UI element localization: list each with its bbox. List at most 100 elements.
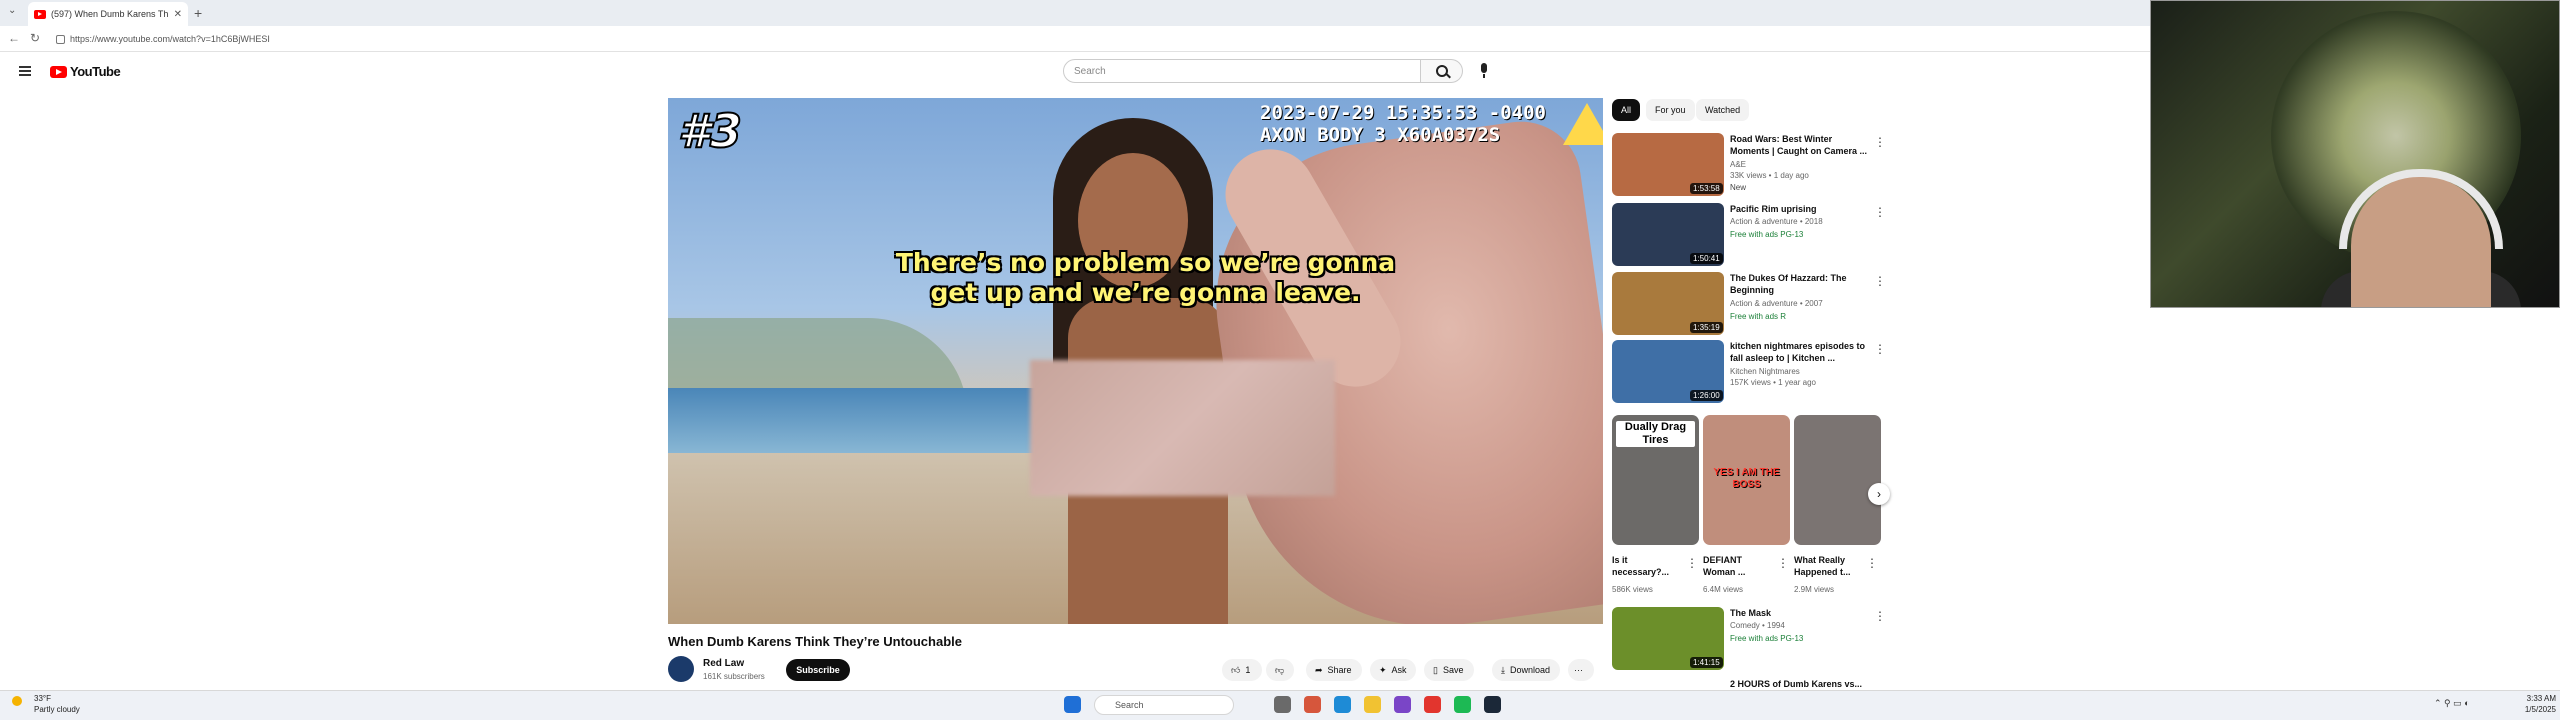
more-options-icon[interactable]: ⋮ bbox=[1686, 556, 1698, 570]
free-with-ads-badge: Free with ads PG-13 bbox=[1730, 230, 1804, 239]
browser-tab[interactable]: (597) When Dumb Karens Th ✕ bbox=[28, 2, 188, 26]
menu-icon[interactable] bbox=[19, 66, 31, 76]
browser-tab-bar bbox=[0, 0, 2150, 26]
sparkle-icon: ✦ bbox=[1379, 664, 1387, 675]
recommendation-item[interactable]: 1:53:58 Road Wars: Best Winter Moments |… bbox=[1612, 133, 1886, 199]
video-subtitle: There’s no problem so we’re gonna get up… bbox=[668, 248, 1603, 308]
save-button[interactable]: ▯ Save bbox=[1424, 659, 1474, 681]
ask-label: Ask bbox=[1391, 665, 1407, 675]
recommendation-genre: Action & adventure • 2018 bbox=[1730, 217, 1823, 226]
free-with-ads-badge: Free with ads R bbox=[1730, 312, 1787, 321]
thumbs-up-icon: 👍︎ bbox=[1231, 664, 1241, 675]
chevron-right-icon[interactable]: › bbox=[1868, 483, 1890, 505]
thumbs-down-icon: 👎︎ bbox=[1275, 664, 1285, 675]
chip-watched[interactable]: Watched bbox=[1696, 99, 1750, 121]
short-caption: Dually Drag Tires bbox=[1616, 421, 1695, 447]
taskbar-search[interactable]: Search bbox=[1094, 695, 1234, 715]
bookmark-icon: ▯ bbox=[1433, 664, 1438, 675]
more-options-icon[interactable]: ⋮ bbox=[1777, 556, 1789, 570]
recommendation-title[interactable]: kitchen nightmares episodes to fall asle… bbox=[1730, 340, 1870, 364]
recommendation-title[interactable]: 2 HOURS of Dumb Karens vs... bbox=[1730, 678, 1870, 688]
weather-widget[interactable]: 33°F Partly cloudy bbox=[12, 693, 80, 715]
recommendation-title[interactable]: The Mask bbox=[1730, 607, 1870, 619]
share-button[interactable]: ➦ Share bbox=[1306, 659, 1362, 681]
more-options-icon[interactable]: ⋮ bbox=[1874, 274, 1886, 288]
more-options-icon[interactable]: ⋮ bbox=[1874, 135, 1886, 149]
like-count: 1 bbox=[1245, 665, 1251, 675]
save-label: Save bbox=[1442, 665, 1464, 675]
microphone-icon[interactable] bbox=[1477, 63, 1491, 79]
search-input[interactable]: Search bbox=[1063, 59, 1421, 83]
subscribe-button[interactable]: Subscribe bbox=[786, 659, 850, 681]
ask-button[interactable]: ✦ Ask bbox=[1370, 659, 1416, 681]
youtube-favicon-icon bbox=[34, 9, 46, 19]
clock[interactable]: 3:33 AM 1/5/2025 bbox=[2520, 693, 2556, 715]
channel-subscribers: 161K subscribers bbox=[703, 672, 765, 681]
more-options-icon[interactable]: ⋮ bbox=[1874, 342, 1886, 356]
weather-temp: 33°F bbox=[34, 694, 51, 703]
url-field[interactable]: https://www.youtube.com/watch?v=1hC6BjWH… bbox=[50, 31, 2130, 47]
recommendation-item[interactable]: 1:41:15 The Mask Comedy • 1994 Free with… bbox=[1612, 607, 1886, 673]
video-rank-badge: #3 bbox=[677, 103, 743, 159]
recommendation-title[interactable]: The Dukes Of Hazzard: The Beginning bbox=[1730, 272, 1870, 296]
recommendation-views: 157K views • 1 year ago bbox=[1730, 378, 1816, 387]
more-options-icon[interactable]: ⋮ bbox=[1874, 609, 1886, 623]
tab-title: (597) When Dumb Karens Th bbox=[51, 9, 169, 19]
app-icon[interactable] bbox=[1304, 696, 1321, 713]
task-view-icon[interactable] bbox=[1274, 696, 1291, 713]
short-thumbnail[interactable] bbox=[1794, 415, 1881, 545]
app-icon[interactable] bbox=[1394, 696, 1411, 713]
recommendation-item[interactable]: 1:26:00 kitchen nightmares episodes to f… bbox=[1612, 340, 1886, 406]
short-caption: YES I AM THE BOSS bbox=[1713, 467, 1780, 490]
short-title[interactable]: Is it necessary?... bbox=[1612, 554, 1682, 578]
chrome-icon[interactable] bbox=[1424, 696, 1441, 713]
edge-icon[interactable] bbox=[1334, 696, 1351, 713]
subtitle-line-1: There’s no problem so we’re gonna bbox=[895, 248, 1396, 277]
system-tray-icons[interactable]: ⌃ ⚲ ▭ ◐ bbox=[2434, 698, 2470, 709]
recommendation-title[interactable]: Pacific Rim uprising bbox=[1730, 203, 1870, 215]
reload-icon[interactable]: ↻ bbox=[30, 31, 40, 45]
short-thumbnail[interactable]: Dually Drag Tires bbox=[1612, 415, 1699, 545]
short-thumbnail[interactable]: YES I AM THE BOSS bbox=[1703, 415, 1790, 545]
share-icon: ➦ bbox=[1315, 664, 1323, 675]
back-icon[interactable]: ← bbox=[8, 31, 20, 45]
more-options-icon[interactable]: ⋮ bbox=[1866, 556, 1878, 570]
file-explorer-icon[interactable] bbox=[1364, 696, 1381, 713]
search-icon[interactable] bbox=[1421, 59, 1463, 83]
video-player[interactable]: #3 2023-07-29 15:35:53 -0400 AXON BODY 3… bbox=[668, 98, 1603, 624]
axon-logo-icon bbox=[1563, 103, 1603, 145]
tab-list-icon[interactable]: ⌄ bbox=[8, 5, 16, 16]
recommendation-item[interactable]: 1:50:41 Pacific Rim uprising Action & ad… bbox=[1612, 203, 1886, 269]
youtube-logo[interactable]: YouTube bbox=[50, 64, 121, 79]
video-title: When Dumb Karens Think They’re Untouchab… bbox=[668, 634, 962, 649]
recommendation-item[interactable]: 1:35:19 The Dukes Of Hazzard: The Beginn… bbox=[1612, 272, 1886, 338]
webcam-overlay bbox=[2150, 0, 2560, 308]
duration-badge: 1:41:15 bbox=[1690, 657, 1723, 668]
dislike-button[interactable]: 👎︎ bbox=[1266, 659, 1294, 681]
spotify-icon[interactable] bbox=[1454, 696, 1471, 713]
chip-for-you[interactable]: For you bbox=[1646, 99, 1695, 121]
clock-date: 1/5/2025 bbox=[2524, 705, 2556, 714]
like-button[interactable]: 👍︎ 1 bbox=[1222, 659, 1262, 681]
recommendation-genre: Action & adventure • 2007 bbox=[1730, 299, 1823, 308]
new-tab-button[interactable]: + bbox=[194, 5, 202, 21]
channel-avatar[interactable] bbox=[668, 656, 694, 682]
recommendation-views: 33K views • 1 day ago bbox=[1730, 171, 1809, 180]
steam-icon[interactable] bbox=[1484, 696, 1501, 713]
short-title[interactable]: DEFIANT Woman ... bbox=[1703, 554, 1773, 578]
more-options-icon[interactable]: ⋮ bbox=[1874, 205, 1886, 219]
download-icon: ⤓ bbox=[1501, 664, 1505, 675]
start-icon[interactable] bbox=[1064, 696, 1081, 713]
chip-all[interactable]: All bbox=[1612, 99, 1641, 121]
more-actions-button[interactable]: ··· bbox=[1568, 659, 1594, 681]
close-tab-icon[interactable]: ✕ bbox=[174, 9, 182, 20]
channel-name[interactable]: Red Law bbox=[703, 658, 744, 669]
subtitle-line-2: get up and we’re gonna leave. bbox=[930, 278, 1361, 307]
bodycam-device-id: AXON BODY 3 X60A0372S bbox=[1260, 124, 1501, 146]
recommendation-title[interactable]: Road Wars: Best Winter Moments | Caught … bbox=[1730, 133, 1870, 157]
duration-badge: 1:53:58 bbox=[1690, 183, 1723, 194]
short-title[interactable]: What Really Happened t... bbox=[1794, 554, 1864, 578]
youtube-play-icon bbox=[50, 65, 67, 78]
recommendation-channel: A&E bbox=[1730, 160, 1747, 169]
download-button[interactable]: ⤓ Download bbox=[1492, 659, 1560, 681]
